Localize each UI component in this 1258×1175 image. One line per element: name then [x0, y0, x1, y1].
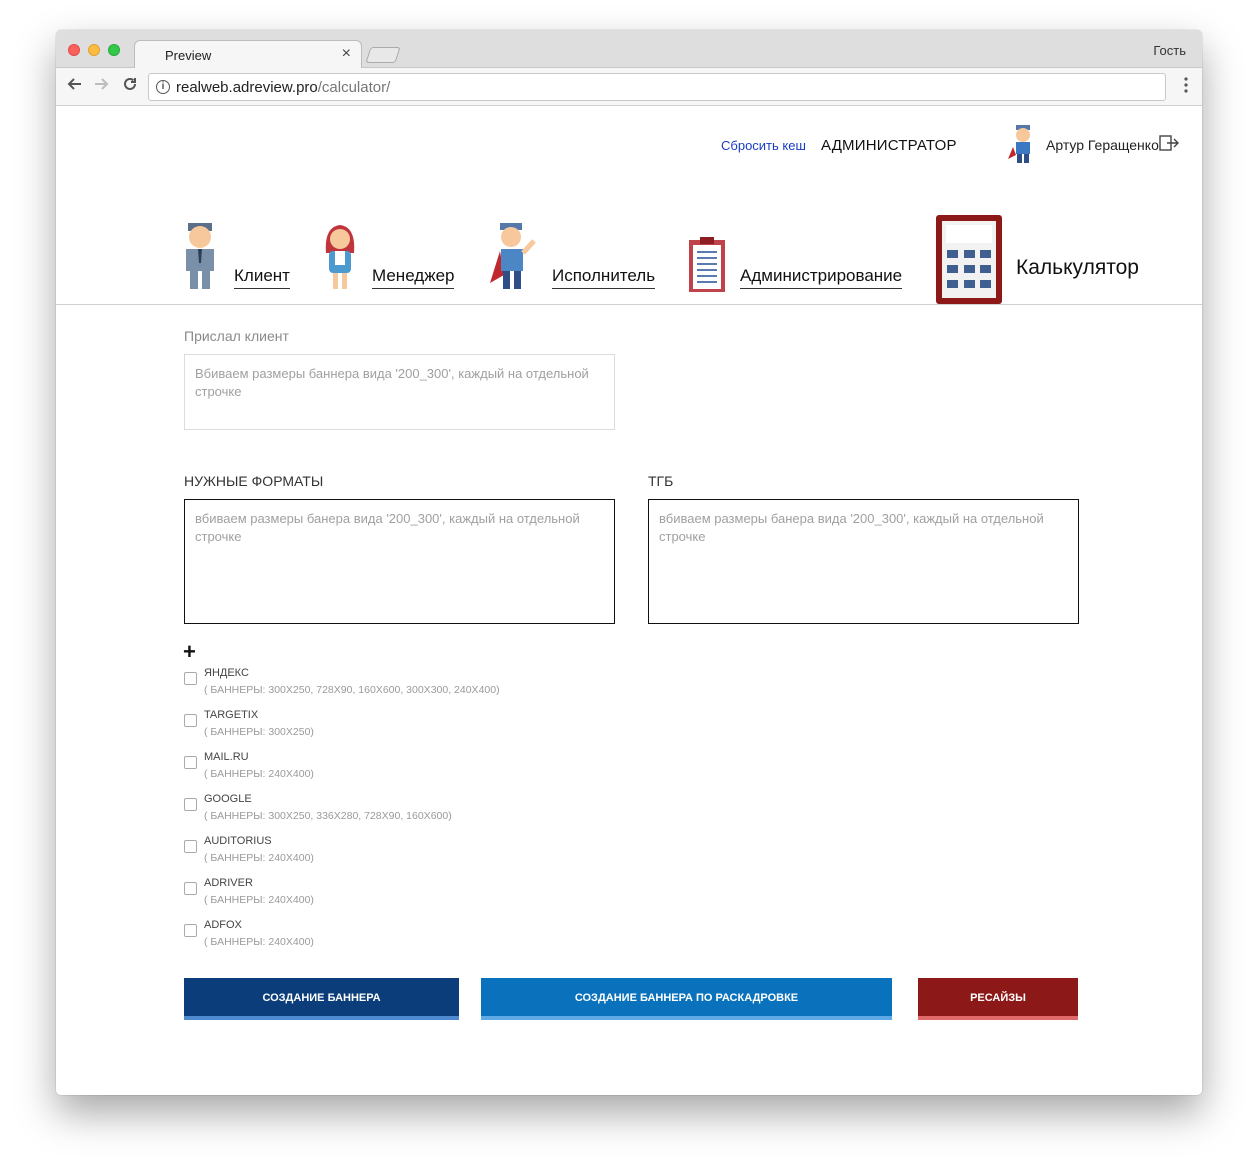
browser-menu-icon[interactable]: [1184, 77, 1188, 93]
executor-avatar-icon: [490, 223, 536, 289]
platform-desc: ( БАННЕРЫ: 300X250): [204, 726, 314, 738]
divider: [56, 304, 1202, 305]
platform-desc: ( БАННЕРЫ: 240X400): [204, 768, 314, 780]
platform-checkbox[interactable]: [184, 882, 197, 895]
role-label-manager: Менеджер: [372, 266, 455, 289]
title-bar: Preview × Гость: [56, 30, 1202, 69]
platform-item: Яндекс ( БАННЕРЫ: 300X250, 728X90, 160X6…: [184, 667, 684, 707]
platform-item: AUDITORIUS ( БАННЕРЫ: 240X400): [184, 835, 684, 875]
platform-checkbox[interactable]: [184, 672, 197, 685]
clipboard-icon: [689, 237, 725, 292]
tgb-input[interactable]: вбиваем размеры банера вида '200_300', к…: [648, 499, 1079, 624]
role-administration[interactable]: Администрирование: [688, 217, 908, 307]
client-label: Прислал клиент: [184, 328, 289, 344]
platform-item: ADRIVER ( БАННЕРЫ: 240X400): [184, 877, 684, 917]
new-tab-button[interactable]: [365, 47, 401, 63]
role-label-calculator: Калькулятор: [1016, 256, 1139, 279]
create-banner-button[interactable]: СОЗДАНИЕ БАННЕРА: [184, 978, 459, 1020]
platform-checkbox[interactable]: [184, 924, 197, 937]
platform-checkbox[interactable]: [184, 840, 197, 853]
platform-item: GOOGLE ( БАННЕРЫ: 300X250, 336X280, 728X…: [184, 793, 684, 833]
role-executor[interactable]: Исполнитель: [488, 217, 658, 307]
close-window-button[interactable]: [68, 44, 80, 56]
role-label-executor: Исполнитель: [552, 266, 656, 289]
info-icon[interactable]: i: [156, 80, 170, 94]
platform-name: AUDITORIUS: [204, 835, 272, 847]
platform-desc: ( БАННЕРЫ: 240X400): [204, 852, 314, 864]
page-content: Сбросить кеш АДМИНИСТРАТОР Артур Геращен…: [56, 107, 1202, 1095]
calculator-icon: [936, 215, 1002, 304]
storyboard-banner-button[interactable]: СОЗДАНИЕ БАННЕРА ПО РАСКАДРОВКЕ: [481, 978, 892, 1020]
platform-desc: ( БАННЕРЫ: 300X250, 336X280, 728X90, 160…: [204, 810, 452, 822]
resize-button[interactable]: РЕСАЙЗЫ: [918, 978, 1078, 1020]
minimize-window-button[interactable]: [88, 44, 100, 56]
admin-label[interactable]: АДМИНИСТРАТОР: [821, 137, 957, 154]
platform-checkbox[interactable]: [184, 756, 197, 769]
role-label-administration: Администрирование: [740, 266, 903, 289]
client-avatar-icon: [186, 223, 214, 289]
browser-window: Preview × Гость i realweb.adreview.pro/c…: [56, 30, 1202, 1095]
add-platform-icon[interactable]: +: [183, 639, 196, 665]
url-text: realweb.adreview.pro/calculator/: [176, 79, 390, 96]
platform-name: Яндекс: [204, 667, 249, 679]
platform-name: MAIL.RU: [204, 751, 249, 763]
tab-title: Preview: [165, 48, 212, 63]
url-host: realweb.adreview.pro: [176, 79, 318, 96]
tab-close-icon[interactable]: ×: [342, 45, 351, 63]
role-label-client: Клиент: [234, 266, 290, 289]
tgb-label: ТГБ: [648, 473, 674, 489]
platform-name: ADRIVER: [204, 877, 253, 889]
reset-cache-link[interactable]: Сбросить кеш: [721, 138, 806, 153]
maximize-window-button[interactable]: [108, 44, 120, 56]
platform-name: TARGETIX: [204, 709, 259, 721]
platform-desc: ( БАННЕРЫ: 300X250, 728X90, 160X600, 300…: [204, 684, 500, 696]
platform-desc: ( БАННЕРЫ: 240X400): [204, 936, 314, 948]
platform-item: MAIL.RU ( БАННЕРЫ: 240X400): [184, 751, 684, 791]
platform-checkbox[interactable]: [184, 798, 197, 811]
platform-item: ADFOX ( БАННЕРЫ: 240X400): [184, 919, 684, 959]
platform-desc: ( БАННЕРЫ: 240X400): [204, 894, 314, 906]
url-path: /calculator/: [317, 79, 391, 96]
platform-name: GOOGLE: [204, 793, 252, 805]
back-arrow-icon[interactable]: [66, 76, 82, 97]
role-client[interactable]: Клиент: [180, 217, 292, 307]
reload-icon[interactable]: [122, 76, 138, 97]
formats-input[interactable]: вбиваем размеры банера вида '200_300', к…: [184, 499, 615, 624]
forward-arrow-icon[interactable]: [94, 76, 110, 97]
logout-icon[interactable]: [1159, 134, 1179, 152]
platform-item: TARGETIX ( БАННЕРЫ: 300X250): [184, 709, 684, 749]
formats-label: НУЖНЫЕ ФОРМАТЫ: [184, 473, 324, 489]
address-bar[interactable]: i realweb.adreview.pro/calculator/: [148, 73, 1166, 101]
profile-label[interactable]: Гость: [1153, 43, 1186, 58]
client-sizes-input[interactable]: Вбиваем размеры баннера вида '200_300', …: [184, 354, 615, 430]
user-name[interactable]: Артур Геращенко: [1046, 137, 1159, 153]
role-manager[interactable]: Менеджер: [320, 217, 460, 307]
browser-tab[interactable]: Preview ×: [134, 40, 362, 69]
user-avatar[interactable]: [1008, 125, 1038, 163]
role-navigation: Клиент Менеджер Исполнитель Администриро…: [56, 207, 1202, 307]
manager-avatar-icon: [325, 225, 355, 289]
platform-checkbox[interactable]: [184, 714, 197, 727]
platform-name: ADFOX: [204, 919, 242, 931]
browser-toolbar: i realweb.adreview.pro/calculator/: [56, 68, 1202, 106]
